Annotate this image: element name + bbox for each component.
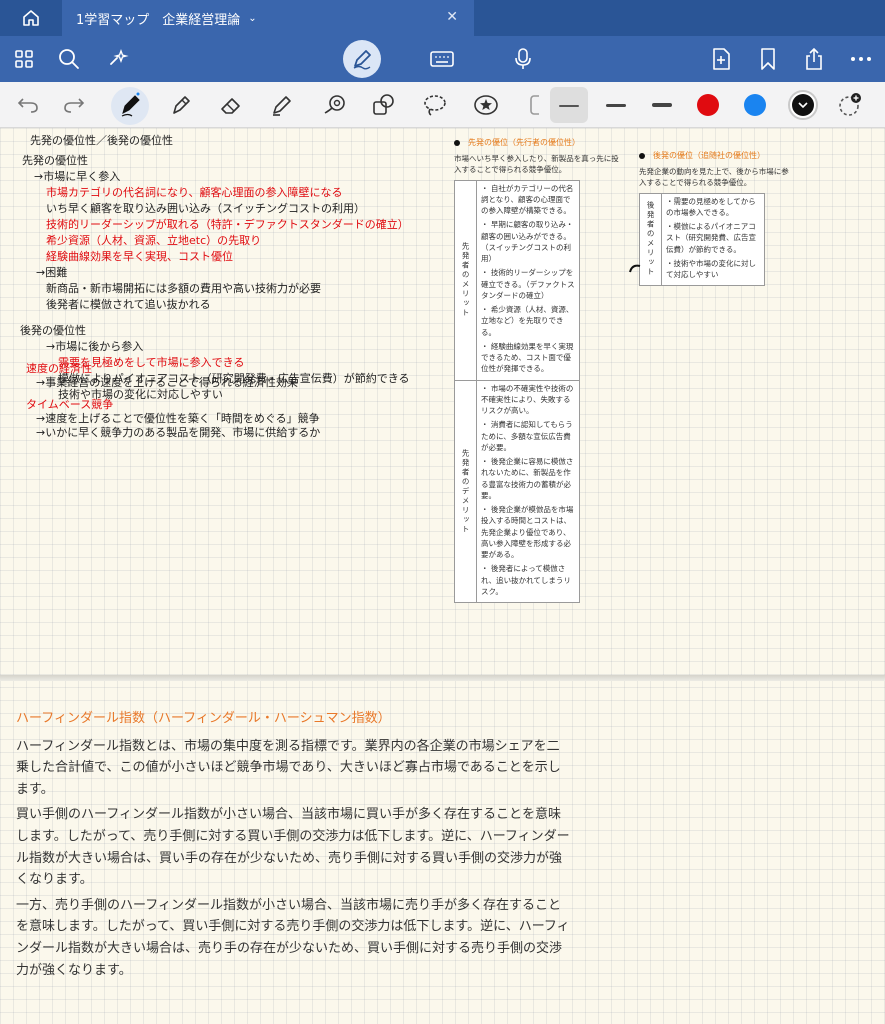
first-mover-block: 先発の優位（先行者の優位性） 市場へいち早く参入したり、新製品を真っ先に投入する…	[454, 137, 619, 603]
home-button[interactable]	[0, 0, 62, 36]
tab-notebook[interactable]: 1学習マップ 企業経営理論 ⌄ ✕	[62, 0, 474, 36]
bookmark-icon[interactable]	[752, 43, 784, 75]
first-mover-intro: 市場へいち早く参入したり、新製品を真っ先に投入することで得られる競争優位。	[454, 154, 619, 175]
lasso-select-icon[interactable]	[419, 89, 451, 121]
hw-line: 希少資源（人材、資源、立地etc）の先取り	[46, 234, 262, 247]
microphone-icon[interactable]	[507, 43, 539, 75]
shapes-icon[interactable]	[369, 89, 401, 121]
undo-icon[interactable]	[12, 89, 44, 121]
color-black-swatch[interactable]	[788, 90, 818, 120]
hw-line: いち早く顧客を取り込み囲い込み（スイッチングコストの利用）	[46, 202, 365, 215]
more-tools-partial[interactable]	[518, 89, 550, 121]
merit-row: 後発者のメリット ・需要の見極めをしてからの市場参入できる。 ・模倣によるパイオニ…	[640, 193, 764, 286]
list-item: ・模倣によるパイオニアコスト（研究開発費、広告宣伝費）が節約できる。	[666, 222, 756, 254]
pen-mode-button[interactable]	[343, 40, 381, 78]
add-color-icon[interactable]	[834, 89, 866, 121]
list-item: ・ 早期に顧客の取り込み・顧客の囲い込みができる。（スイッチングコストの利用）	[481, 220, 574, 263]
add-page-icon[interactable]	[705, 43, 737, 75]
demerit-row: 先発者のデメリット ・ 市場の不確実性や技術の不確実性により、失敗するリスクが高…	[455, 380, 579, 603]
list-item: ・ 経験曲線効果を早く実現できるため、コスト面で優位性が発揮できる。	[481, 341, 574, 374]
second-mover-table: 後発者のメリット ・需要の見極めをしてからの市場参入できる。 ・模倣によるパイオニ…	[639, 192, 765, 287]
list-item: ・ 後発企業に容易に模倣されないために、新製品を作る豊富な技術力の蓄積が必要。	[481, 457, 574, 500]
pencil-icon[interactable]	[165, 89, 197, 121]
merit-list: ・ 自社がカテゴリーの代名詞となり、顧客の心理面での参入障壁が構築できる。・ 早…	[477, 181, 579, 380]
list-item: ・ 後発者によって模倣され、追い抜かれてしまうリスク。	[481, 564, 571, 596]
hw-line: 先発の優位性	[22, 154, 88, 167]
grid-icon[interactable]	[8, 43, 40, 75]
second-mover-block: 後発の優位（追随社の優位性） 先発企業の動向を見た上で、後から市場に参入すること…	[639, 150, 789, 287]
list-item: ・ 技術的リーダーシップを確立できる。（デファクトスタンダードの確立）	[481, 268, 575, 300]
merit-row: 先発者のメリット ・ 自社がカテゴリーの代名詞となり、顧客の心理面での参入障壁が…	[455, 180, 579, 381]
typed-text-block[interactable]: ハーフィンダール指数（ハーフィンダール・ハーシュマン指数） ハーフィンダール指数…	[16, 708, 572, 985]
second-mover-intro: 先発企業の動向を見た上で、後から市場に参入することで得られる競争優位。	[639, 167, 789, 188]
home-icon	[23, 10, 39, 26]
sparkle-icon[interactable]	[102, 43, 134, 75]
list-item: ・ 自社がカテゴリーの代名詞となり、顧客の心理面での参入障壁が構築できる。	[481, 183, 574, 216]
hw-line: 先発の優位性／後発の優位性	[30, 134, 173, 147]
hw-line: →事業経営の速度を上げることで得られる経済性効果	[36, 376, 298, 389]
lasso-icon[interactable]	[318, 89, 350, 121]
merit-label: 先発者のメリット	[455, 180, 477, 380]
pen-mode-icon	[353, 50, 371, 70]
page-separator	[0, 675, 885, 681]
first-mover-heading: 先発の優位（先行者の優位性）	[454, 137, 584, 149]
color-red-swatch[interactable]	[697, 94, 719, 116]
bullet-icon	[639, 153, 645, 159]
paragraph: 一方、売り手側のハーフィンダール指数が小さい場合、当該市場に売り手が多く存在する…	[16, 897, 570, 978]
more-icon[interactable]	[845, 43, 877, 75]
first-mover-title: 先発の優位（先行者の優位性）	[468, 138, 580, 147]
hw-line: 市場カテゴリの代名詞になり、顧客心理面の参入障壁になる	[46, 186, 343, 199]
paragraph: ハーフィンダール指数とは、市場の集中度を測る指標です。業界内の各企業の市場シェア…	[16, 738, 561, 797]
color-blue-swatch[interactable]	[744, 94, 766, 116]
merit-list: ・需要の見極めをしてからの市場参入できる。・模倣によるパイオニアコスト（研究開発…	[662, 194, 764, 286]
keyboard-icon[interactable]	[426, 43, 458, 75]
stroke-thin-icon	[559, 105, 579, 107]
hw-line: 新商品・新市場開拓には多額の費用や高い技術力が必要	[46, 282, 321, 295]
hw-line: →市場に後から参入	[46, 340, 144, 353]
list-item: ・ 後発企業が模倣品を市場投入する時間とコストは、先発企業より優位であり、高い参…	[481, 505, 574, 559]
share-icon[interactable]	[798, 43, 830, 75]
close-icon[interactable]: ✕	[446, 9, 458, 25]
pen-icon[interactable]	[114, 89, 146, 121]
hw-line: →困難	[36, 266, 68, 279]
eraser-icon[interactable]	[215, 89, 247, 121]
stroke-thick-button[interactable]	[652, 103, 672, 107]
highlighter-icon[interactable]	[266, 89, 298, 121]
main-toolbar	[0, 36, 885, 82]
list-item: ・ 希少資源（人材、資源、立地など）を先取りできる。	[481, 305, 574, 337]
ink-stroke	[629, 264, 641, 273]
sticker-icon[interactable]	[470, 89, 502, 121]
tab-title: 1学習マップ 企業経営理論	[76, 12, 241, 28]
handwritten-notes-lower: 速度の経済性 →事業経営の速度を上げることで得られる経済性効果 タイムベース競争…	[0, 360, 450, 440]
redo-icon[interactable]	[58, 89, 90, 121]
list-item: ・技術や市場の変化に対して対応しやすい	[666, 258, 756, 279]
hw-line: 後発の優位性	[20, 324, 86, 337]
second-mover-title: 後発の優位（追随社の優位性）	[653, 151, 765, 160]
list-item: ・ 消費者に認知してもらうために、多額な宣伝広告費が必要。	[481, 420, 573, 452]
demerit-list: ・ 市場の不確実性や技術の不確実性により、失敗するリスクが高い。・ 消費者に認知…	[477, 381, 579, 603]
stroke-medium-button[interactable]	[606, 104, 626, 107]
list-item: ・ 市場の不確実性や技術の不確実性により、失敗するリスクが高い。	[481, 383, 574, 416]
second-mover-heading: 後発の優位（追随社の優位性）	[639, 150, 769, 162]
paragraph: 買い手側のハーフィンダール指数が小さい場合、当該市場に買い手が多く存在することを…	[16, 807, 570, 888]
hw-line: 技術的リーダーシップが取れる（特許・デファクトスタンダードの確立）	[46, 218, 409, 231]
tool-strip	[0, 82, 885, 128]
hw-line: →市場に早く参入	[34, 170, 121, 183]
first-mover-table: 先発者のメリット ・ 自社がカテゴリーの代名詞となり、顧客の心理面での参入障壁が…	[454, 179, 580, 603]
search-icon[interactable]	[53, 43, 85, 75]
demerit-label: 先発者のデメリット	[455, 380, 477, 602]
hw-line: 後発者に模倣されて追い抜かれる	[46, 298, 211, 311]
section-heading: ハーフィンダール指数（ハーフィンダール・ハーシュマン指数）	[16, 711, 391, 726]
bullet-icon	[454, 140, 460, 146]
list-item: ・需要の見極めをしてからの市場参入できる。	[666, 196, 756, 217]
hw-line: →いかに早く競争力のある製品を開発、市場に供給するか	[36, 426, 321, 439]
chevron-down-icon[interactable]: ⌄	[248, 13, 256, 24]
hw-line: 経験曲線効果を早く実現、コスト優位	[46, 250, 233, 263]
